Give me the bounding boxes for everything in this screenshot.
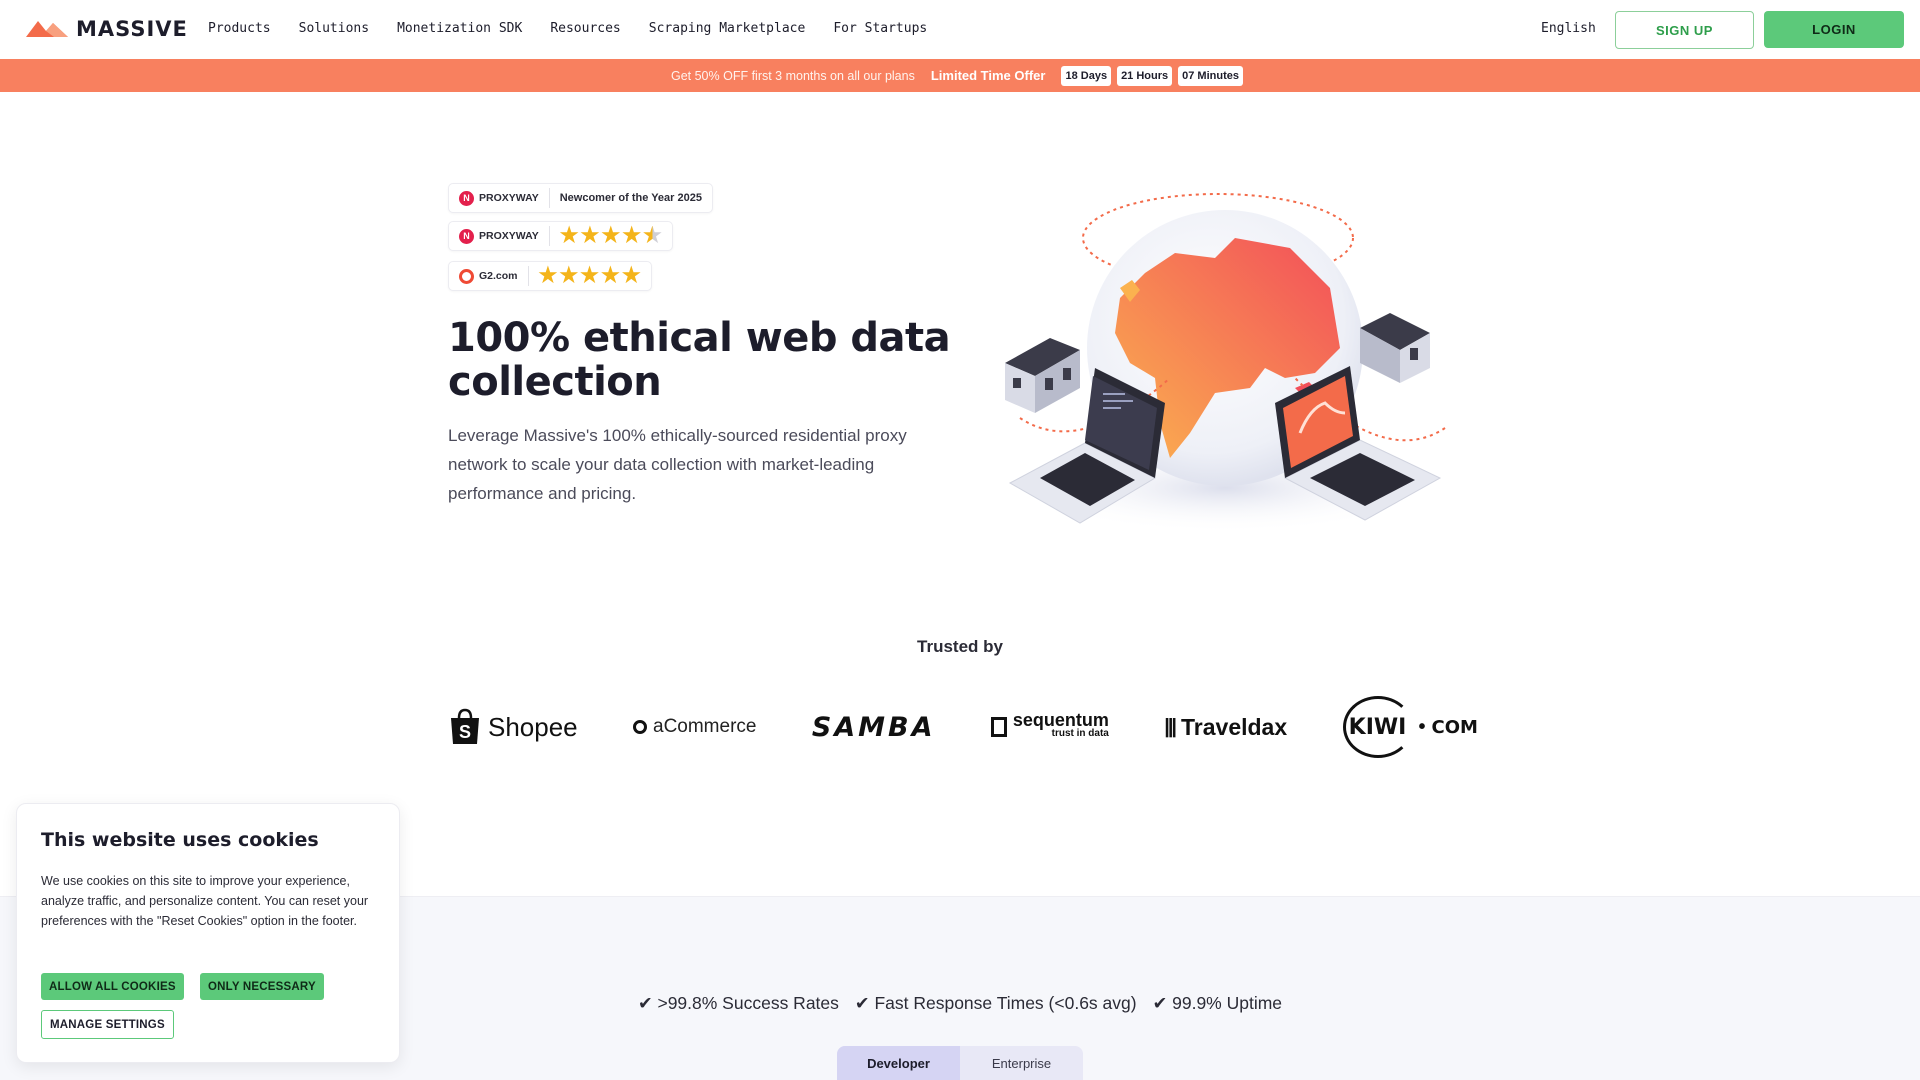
checkmark-icon: ✔ [1152, 993, 1168, 1013]
main-menu: Products Solutions Monetization SDK Reso… [208, 21, 927, 36]
promo-banner: Get 50% OFF first 3 months on all our pl… [0, 59, 1920, 92]
countdown-minutes: 07 Minutes [1178, 65, 1243, 86]
hero-title: 100% ethical web data collection [448, 315, 951, 405]
proxyway-rating-badge: N PROXYWAY ★ ★ ★ ★ ★ [448, 221, 673, 251]
award-badge: N PROXYWAY Newcomer of the Year 2025 [448, 183, 713, 213]
stat-response-time: ✔ Fast Response Times (<0.6s avg) [854, 993, 1137, 1013]
brand-name: MASSIVE [76, 17, 188, 41]
acommerce-wordmark: aCommerce [653, 716, 757, 737]
globe-illustration [985, 178, 1465, 548]
g2-rating-badge: G2.com ★ ★ ★ ★ ★ [448, 261, 652, 291]
countdown-days: 18 Days [1061, 65, 1112, 86]
sequentum-wordmark: sequentum [1012, 710, 1109, 730]
sequentum-tagline: trust in data [1051, 728, 1109, 739]
acommerce-logo: aCommerce [633, 716, 756, 738]
hero-subtitle: Leverage Massive's 100% ethically-source… [448, 426, 907, 503]
cookie-body: We use cookies on this site to improve y… [41, 874, 369, 928]
star-icon: ★ [601, 224, 621, 247]
g2-brand: G2.com [459, 266, 529, 286]
promo-text: Get 50% OFF first 3 months on all our pl… [670, 68, 915, 83]
samba-logo: SAMBA [812, 712, 936, 743]
proxyway-icon: N [459, 190, 474, 206]
nav-solutions[interactable]: Solutions [299, 21, 369, 36]
shopee-bag-icon: S [451, 708, 479, 744]
trusted-by-title: Trusted by [917, 637, 1003, 656]
star-icon: ★ [621, 264, 641, 287]
star-icon: ★ [622, 224, 642, 247]
traveldax-icon: ||| [1164, 715, 1177, 738]
shopee-wordmark: Shopee [488, 711, 578, 742]
traveldax-logo: ||| Traveldax [1164, 714, 1287, 741]
half-star-icon: ★ [643, 224, 662, 247]
star-rating: ★ ★ ★ ★ ★ [550, 224, 662, 247]
samba-wordmark: SAMBA [811, 711, 936, 743]
star-icon: ★ [580, 224, 600, 247]
massive-logo-icon [26, 21, 68, 37]
nav-products[interactable]: Products [208, 21, 271, 36]
house-left-icon [1005, 338, 1080, 413]
signup-button[interactable]: SIGN UP [1615, 11, 1754, 49]
badge-brand: PROXYWAY [479, 192, 539, 204]
proxyway-icon: N [459, 228, 474, 244]
star-icon: ★ [538, 264, 558, 287]
cookie-title: This website uses cookies [41, 829, 319, 851]
stat-uptime: ✔ 99.9% Uptime [1152, 993, 1283, 1013]
shopee-logo: S Shopee [448, 708, 578, 746]
globe-network-image [1005, 193, 1446, 533]
g2-icon [459, 268, 474, 284]
house-right-icon [1360, 313, 1430, 383]
tab-enterprise[interactable]: Enterprise [960, 1046, 1083, 1080]
nav-scraping-marketplace[interactable]: Scraping Marketplace [649, 21, 806, 36]
allow-all-cookies-button[interactable]: ALLOW ALL COOKIES [41, 973, 184, 1000]
checkmark-icon: ✔ [637, 993, 653, 1013]
audience-tabs: Developer Enterprise [837, 1046, 1083, 1080]
nav-monetization-sdk[interactable]: Monetization SDK [397, 21, 522, 36]
only-necessary-button[interactable]: ONLY NECESSARY [200, 973, 324, 1000]
sequentum-icon [990, 717, 1007, 737]
checkmark-icon: ✔ [854, 993, 870, 1013]
acommerce-icon [633, 720, 647, 734]
kiwi-wordmark: KIWI [1342, 696, 1413, 758]
badge-brand: PROXYWAY [479, 230, 539, 242]
traveldax-wordmark: Traveldax [1181, 713, 1288, 740]
sequentum-logo: sequentum trust in data [990, 710, 1109, 741]
tab-developer[interactable]: Developer [837, 1046, 960, 1080]
badge-brand: G2.com [479, 270, 518, 282]
massive-logo[interactable]: MASSIVE [26, 17, 188, 41]
star-icon: ★ [559, 264, 579, 287]
proxyway-brand: N PROXYWAY [459, 188, 550, 208]
language-selector[interactable]: English [1541, 21, 1596, 36]
star-icon: ★ [601, 264, 620, 287]
cookie-consent-dialog: This website uses cookies We use cookies… [16, 803, 400, 1063]
svg-text:S: S [459, 722, 471, 742]
star-icon: ★ [580, 264, 599, 287]
client-logos: S Shopee aCommerce SAMBA sequentum trust… [448, 696, 1478, 758]
kiwi-logo: KIWI • COM [1342, 696, 1478, 758]
star-icon: ★ [559, 224, 579, 247]
stat-success-rate: ✔ >99.8% Success Rates [637, 993, 839, 1013]
proxyway-brand: N PROXYWAY [459, 226, 550, 246]
top-navbar: MASSIVE Products Solutions Monetization … [0, 0, 1920, 59]
countdown-hours: 21 Hours [1117, 65, 1173, 86]
promo-highlight: Limited Time Offer [930, 68, 1046, 83]
nav-resources[interactable]: Resources [550, 21, 620, 36]
award-text: Newcomer of the Year 2025 [559, 192, 702, 204]
login-button[interactable]: LOGIN [1764, 11, 1904, 48]
star-rating: ★ ★ ★ ★ ★ [529, 264, 641, 287]
manage-settings-button[interactable]: MANAGE SETTINGS [41, 1010, 174, 1039]
kiwi-dot-icon: • [1418, 715, 1426, 738]
kiwi-com-wordmark: COM [1431, 716, 1478, 738]
nav-for-startups[interactable]: For Startups [833, 21, 927, 36]
